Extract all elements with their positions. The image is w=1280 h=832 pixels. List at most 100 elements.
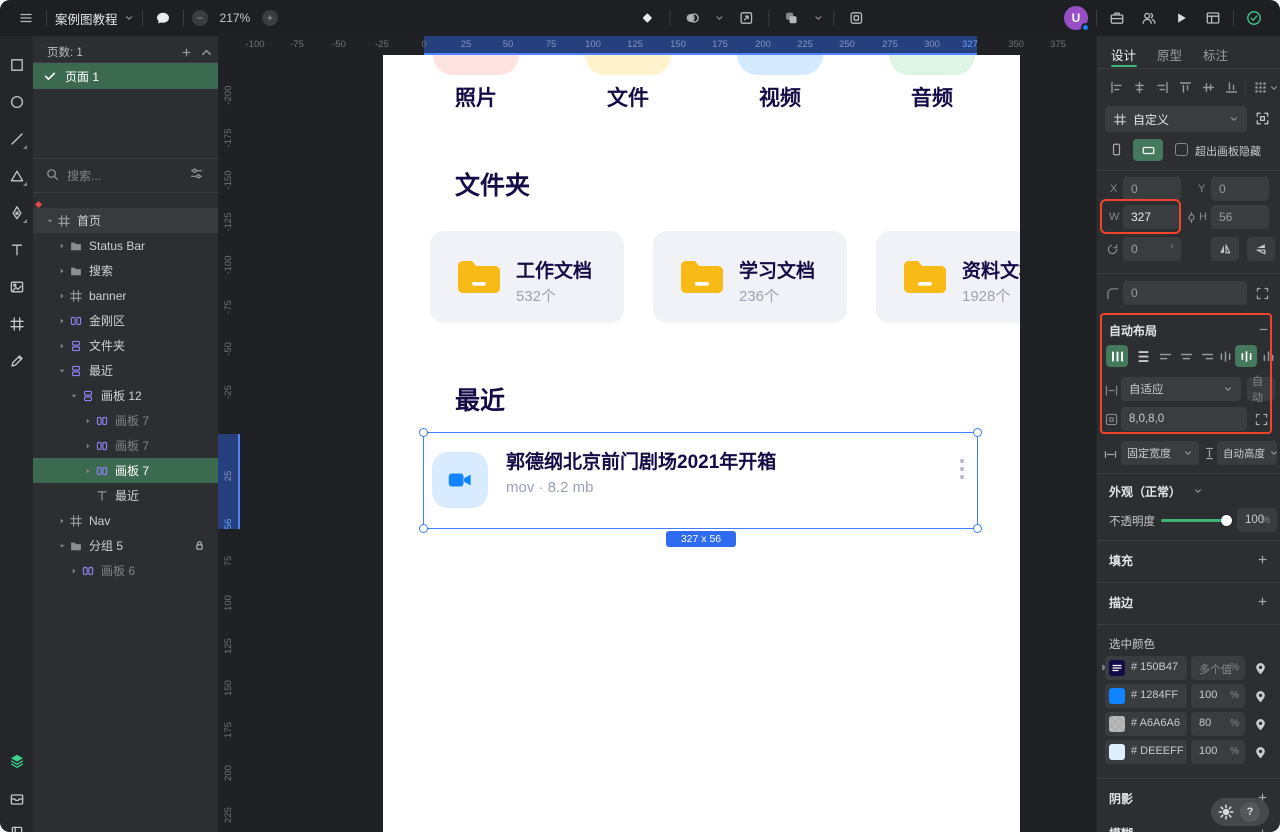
component-tool-icon[interactable] bbox=[635, 6, 659, 30]
chevron-right-icon[interactable] bbox=[57, 241, 67, 251]
zoom-in-button[interactable] bbox=[262, 10, 279, 26]
distribute-start-icon[interactable] bbox=[1215, 346, 1235, 366]
y-input[interactable]: 0 bbox=[1211, 177, 1269, 201]
polygon-tool-icon[interactable] bbox=[4, 163, 29, 188]
layer-row[interactable]: 金刚区 bbox=[33, 308, 218, 333]
color-hex-field[interactable]: # A6A6A6 bbox=[1105, 712, 1187, 736]
category-label[interactable]: 照片 bbox=[433, 82, 519, 112]
align-bottom-icon[interactable] bbox=[1220, 76, 1242, 98]
add-stroke-icon[interactable] bbox=[1251, 590, 1273, 612]
chevron-down-icon[interactable] bbox=[69, 391, 79, 401]
layer-row[interactable]: 最近 bbox=[33, 483, 218, 508]
theme-toggle-icon[interactable] bbox=[1216, 802, 1236, 822]
layer-row[interactable]: 搜索 bbox=[33, 258, 218, 283]
tab-inspect[interactable]: 标注 bbox=[1203, 45, 1228, 64]
align-left-icon[interactable] bbox=[1105, 76, 1127, 98]
opacity-slider-knob[interactable] bbox=[1221, 515, 1232, 526]
folders-heading[interactable]: 文件夹 bbox=[455, 166, 530, 202]
height-mode-select[interactable]: 自动高度 bbox=[1217, 441, 1277, 465]
image-tool-icon[interactable] bbox=[4, 274, 29, 299]
layout-vertical-icon[interactable] bbox=[1132, 345, 1154, 367]
width-input[interactable]: 327 bbox=[1123, 205, 1181, 229]
add-fill-icon[interactable] bbox=[1251, 548, 1273, 570]
chevron-right-icon[interactable] bbox=[57, 291, 67, 301]
corner-radius-input[interactable]: 0 bbox=[1123, 281, 1247, 305]
color-hex-field[interactable]: # DEEEFF bbox=[1105, 740, 1187, 764]
constrain-link-icon[interactable] bbox=[1183, 209, 1199, 225]
layer-search-input[interactable]: 搜索... bbox=[67, 167, 101, 184]
rotation-input[interactable]: 0 ° bbox=[1123, 237, 1181, 261]
color-opacity-field[interactable]: 100% bbox=[1191, 684, 1245, 708]
collaborators-icon[interactable] bbox=[1137, 6, 1161, 30]
color-opacity-field[interactable]: 多个值% bbox=[1191, 656, 1245, 680]
layer-row[interactable]: 画板 7 bbox=[33, 458, 218, 483]
layout-horizontal-icon[interactable] bbox=[1106, 345, 1128, 367]
avatar[interactable]: U bbox=[1064, 6, 1090, 32]
chevron-right-icon[interactable] bbox=[83, 466, 93, 476]
frame-tool-icon[interactable] bbox=[4, 311, 29, 336]
independent-corners-icon[interactable] bbox=[1251, 282, 1273, 304]
add-blur-icon[interactable] bbox=[1251, 822, 1273, 832]
category-label[interactable]: 音频 bbox=[889, 82, 975, 112]
orientation-landscape-icon[interactable] bbox=[1133, 139, 1163, 161]
chevron-down-icon[interactable] bbox=[1193, 486, 1203, 496]
boolean-ops-icon[interactable] bbox=[779, 6, 803, 30]
independent-padding-icon[interactable] bbox=[1251, 409, 1271, 429]
pin-icon[interactable] bbox=[1251, 687, 1269, 705]
pencil-tool-icon[interactable] bbox=[4, 348, 29, 373]
distribute-center-icon[interactable] bbox=[1235, 345, 1257, 367]
present-icon[interactable] bbox=[1169, 6, 1193, 30]
layer-row[interactable]: Status Bar bbox=[33, 233, 218, 258]
spacing-mode-select[interactable]: 自适应 bbox=[1121, 377, 1241, 401]
folder-card[interactable]: 工作文档 532个 bbox=[430, 231, 624, 323]
frame-scale-icon[interactable] bbox=[1251, 107, 1273, 129]
selection-handle[interactable] bbox=[973, 524, 982, 533]
chevron-right-icon[interactable] bbox=[83, 491, 93, 501]
chevron-right-icon[interactable] bbox=[57, 341, 67, 351]
justify-start-icon[interactable] bbox=[1155, 346, 1175, 366]
color-swatch[interactable] bbox=[1109, 688, 1125, 704]
pen-tool-icon[interactable] bbox=[4, 200, 29, 225]
lock-icon[interactable] bbox=[193, 539, 206, 552]
chevron-right-icon[interactable] bbox=[69, 566, 79, 576]
zoom-level[interactable]: 217% bbox=[216, 11, 255, 25]
chevron-down-icon[interactable] bbox=[714, 13, 724, 23]
video-list-item[interactable]: 郭德纲北京前门剧场2021年开箱 mov · 8.2 mb bbox=[424, 433, 977, 528]
selection-handle[interactable] bbox=[973, 428, 982, 437]
line-tool-icon[interactable] bbox=[4, 126, 29, 151]
opacity-input[interactable]: 100 % bbox=[1237, 508, 1277, 532]
layer-row[interactable]: 首页 bbox=[33, 208, 218, 233]
mask-tool-icon[interactable] bbox=[680, 6, 704, 30]
color-opacity-field[interactable]: 80% bbox=[1191, 712, 1245, 736]
canvas[interactable]: -100 -75 -50 -25 0 25 50 75 100 125 150 175 200 225 25… bbox=[218, 36, 1096, 832]
layer-row[interactable]: Nav bbox=[33, 508, 218, 533]
filter-icon[interactable] bbox=[185, 162, 207, 184]
page-item[interactable]: 页面 1 bbox=[33, 63, 218, 89]
chevron-right-icon[interactable] bbox=[57, 266, 67, 276]
assets-panel-icon[interactable] bbox=[4, 786, 29, 811]
main-menu-icon[interactable] bbox=[14, 6, 38, 30]
layer-row[interactable]: 画板 7 bbox=[33, 433, 218, 458]
layer-row[interactable]: 最近 bbox=[33, 358, 218, 383]
scale-tool-icon[interactable] bbox=[734, 6, 758, 30]
ellipse-tool-icon[interactable] bbox=[4, 89, 29, 114]
layer-row[interactable]: 画板 7 bbox=[33, 408, 218, 433]
chevron-down-icon[interactable] bbox=[57, 366, 67, 376]
color-swatch[interactable] bbox=[1109, 660, 1125, 676]
color-swatch[interactable] bbox=[1109, 716, 1125, 732]
chevron-down-icon[interactable] bbox=[45, 216, 55, 226]
crop-tool-icon[interactable] bbox=[844, 6, 868, 30]
align-h-center-icon[interactable] bbox=[1128, 76, 1150, 98]
x-input[interactable]: 0 bbox=[1123, 177, 1181, 201]
chevron-right-icon[interactable] bbox=[83, 416, 93, 426]
color-opacity-field[interactable]: 100% bbox=[1191, 740, 1245, 764]
folder-card[interactable]: 学习文档 236个 bbox=[653, 231, 847, 323]
justify-end-icon[interactable] bbox=[1197, 346, 1217, 366]
comment-icon[interactable] bbox=[151, 6, 175, 30]
padding-input[interactable]: 8,0,8,0 bbox=[1121, 407, 1247, 431]
distribute-menu-icon[interactable] bbox=[1249, 76, 1271, 98]
layer-row[interactable]: 画板 6 bbox=[33, 558, 218, 583]
notes-panel-icon[interactable] bbox=[4, 820, 29, 832]
remove-auto-layout-icon[interactable] bbox=[1253, 319, 1273, 339]
zoom-out-button[interactable] bbox=[191, 10, 208, 26]
